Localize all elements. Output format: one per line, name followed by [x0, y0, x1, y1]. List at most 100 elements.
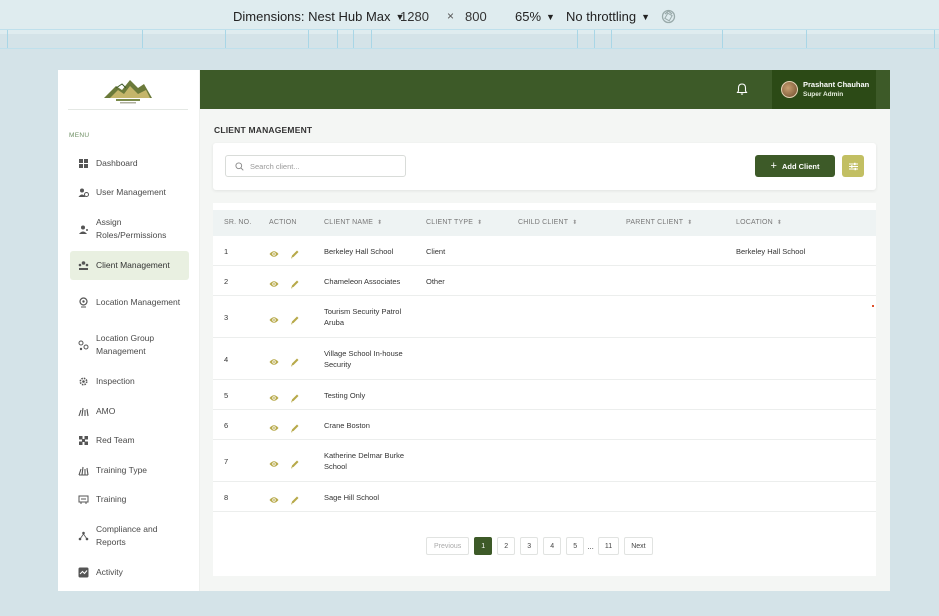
- pencil-icon[interactable]: [290, 456, 311, 474]
- sidebar-item-assign-roles[interactable]: Assign Roles/Permissions: [70, 216, 189, 242]
- eye-icon[interactable]: [269, 246, 290, 264]
- top-header: Prashant Chauhan Super Admin: [200, 70, 890, 109]
- page-button-1[interactable]: 1: [474, 537, 493, 555]
- sidebar-item-location-group-management[interactable]: Location Group Management: [70, 332, 189, 358]
- throttling-value: No throttling: [566, 9, 637, 24]
- pagination-ellipsis: ...: [587, 541, 594, 551]
- table-header: SR. NO. ACTION CLIENT NAME ⬍ CLIENT TYPE ⬍…: [213, 210, 876, 236]
- throttling-dropdown[interactable]: No throttling ▼: [566, 9, 650, 24]
- previous-page-button[interactable]: Previous: [426, 537, 470, 555]
- page-button-last[interactable]: 11: [597, 537, 620, 555]
- user-profile-menu[interactable]: Prashant Chauhan Super Admin: [772, 70, 876, 109]
- bell-icon[interactable]: [735, 82, 749, 96]
- sidebar-item-compliance-reports[interactable]: Compliance and Reports: [70, 523, 189, 549]
- training-type-icon: [78, 465, 89, 476]
- table-row: 4 Village School In-house Security: [213, 338, 876, 380]
- sidebar-item-client-management[interactable]: Client Management: [70, 251, 189, 280]
- pencil-icon[interactable]: [290, 276, 311, 294]
- eye-icon[interactable]: [269, 390, 290, 408]
- zoom-dropdown[interactable]: 65% ▼: [515, 9, 555, 24]
- filter-button[interactable]: [842, 155, 864, 177]
- client-type-cell: Other: [426, 276, 445, 286]
- grid-icon: [78, 158, 89, 169]
- sidebar-item-inspection[interactable]: Inspection: [70, 374, 189, 388]
- sort-icon[interactable]: ⬍: [572, 219, 577, 226]
- column-header-client-name[interactable]: CLIENT NAME ⬍: [324, 219, 382, 226]
- search-input[interactable]: Search client...: [225, 155, 406, 177]
- eye-icon[interactable]: [269, 312, 290, 330]
- height-value: 800: [465, 9, 487, 24]
- eye-icon[interactable]: [269, 420, 290, 438]
- width-input[interactable]: 1280: [400, 9, 429, 24]
- client-name-cell: Tourism Security Patrol Aruba: [324, 307, 402, 327]
- row-actions: [269, 492, 311, 510]
- next-page-button[interactable]: Next: [624, 537, 653, 555]
- table-row: 3 Tourism Security Patrol Aruba: [213, 296, 876, 338]
- sr-no-cell: 6: [224, 420, 229, 430]
- team-icon: [78, 435, 89, 446]
- eye-icon[interactable]: [269, 456, 290, 474]
- pencil-icon[interactable]: [290, 420, 311, 438]
- sidebar-item-training-type[interactable]: Training Type: [70, 463, 189, 477]
- eye-icon[interactable]: [269, 354, 290, 372]
- device-dropdown[interactable]: Dimensions: Nest Hub Max ▼: [233, 9, 404, 24]
- eye-icon[interactable]: [269, 492, 290, 510]
- avatar: [781, 81, 798, 98]
- eye-icon[interactable]: [269, 276, 290, 294]
- sidebar-item-location-management[interactable]: Location Management: [70, 289, 189, 315]
- pencil-icon[interactable]: [290, 390, 311, 408]
- sidebar-item-label: Training: [96, 493, 127, 504]
- sort-icon[interactable]: ⬍: [477, 219, 482, 226]
- sort-icon[interactable]: ⬍: [377, 219, 382, 226]
- device-dimensions-label: Dimensions: Nest Hub Max: [233, 9, 391, 24]
- media-query-ruler[interactable]: [0, 29, 939, 49]
- column-header-location[interactable]: LOCATION ⬍: [736, 219, 782, 226]
- column-header-child-client[interactable]: CHILD CLIENT ⬍: [518, 219, 577, 226]
- sort-icon[interactable]: ⬍: [687, 219, 692, 226]
- sr-no-cell: 3: [224, 312, 229, 322]
- sidebar-item-label: Compliance and Reports: [96, 524, 158, 547]
- row-actions: [269, 456, 311, 474]
- search-icon: [235, 161, 244, 171]
- sliders-icon: [848, 162, 858, 170]
- sidebar-item-label: Red Team: [96, 434, 135, 445]
- pencil-icon[interactable]: [290, 246, 311, 264]
- sidebar-item-dashboard[interactable]: Dashboard: [70, 156, 189, 170]
- sidebar-item-label: Location Group Management: [96, 333, 155, 356]
- sidebar-item-training[interactable]: Training: [70, 492, 189, 506]
- rotate-icon[interactable]: [660, 8, 677, 25]
- table-row: 6 Crane Boston: [213, 410, 876, 440]
- table-row: 1 Berkeley Hall School Client Berkeley Hall…: [213, 236, 876, 266]
- sr-no-cell: 2: [224, 276, 229, 286]
- add-client-label: Add Client: [781, 161, 820, 171]
- row-actions: [269, 276, 311, 294]
- column-header-parent-client[interactable]: PARENT CLIENT ⬍: [626, 219, 692, 226]
- page-button-2[interactable]: 2: [497, 537, 516, 555]
- sidebar-item-user-management[interactable]: User Management: [70, 185, 189, 199]
- column-header-sr-no: SR. NO.: [224, 219, 252, 226]
- page-button-5[interactable]: 5: [566, 537, 585, 555]
- user-key-icon: [78, 224, 89, 235]
- app-window: MENU Dashboard User Management Assign Ro…: [58, 70, 890, 591]
- status-dot: [872, 305, 874, 307]
- page-button-4[interactable]: 4: [543, 537, 562, 555]
- pencil-icon[interactable]: [290, 312, 311, 330]
- sort-icon[interactable]: ⬍: [777, 219, 782, 226]
- main-content: CLIENT MANAGEMENT Search client... + Add…: [200, 109, 890, 591]
- client-name-cell: Sage Hill School: [324, 492, 380, 502]
- sidebar-item-red-team[interactable]: Red Team: [70, 433, 189, 447]
- pencil-icon[interactable]: [290, 492, 311, 510]
- column-header-client-type[interactable]: CLIENT TYPE ⬍: [426, 219, 482, 226]
- page-button-3[interactable]: 3: [520, 537, 539, 555]
- sidebar-item-amo[interactable]: AMO: [70, 404, 189, 418]
- pencil-icon[interactable]: [290, 354, 311, 372]
- pagination: Previous 1 2 3 4 5 ... 11 Next: [426, 537, 658, 555]
- width-value: 1280: [400, 9, 429, 24]
- height-input[interactable]: 800: [465, 9, 487, 24]
- times-separator: ×: [447, 9, 454, 23]
- add-client-button[interactable]: + Add Client: [755, 155, 835, 177]
- sr-no-cell: 8: [224, 492, 229, 502]
- sidebar-item-activity[interactable]: Activity: [70, 565, 189, 579]
- sidebar-item-label: Dashboard: [96, 157, 138, 168]
- location-group-icon: [78, 340, 89, 351]
